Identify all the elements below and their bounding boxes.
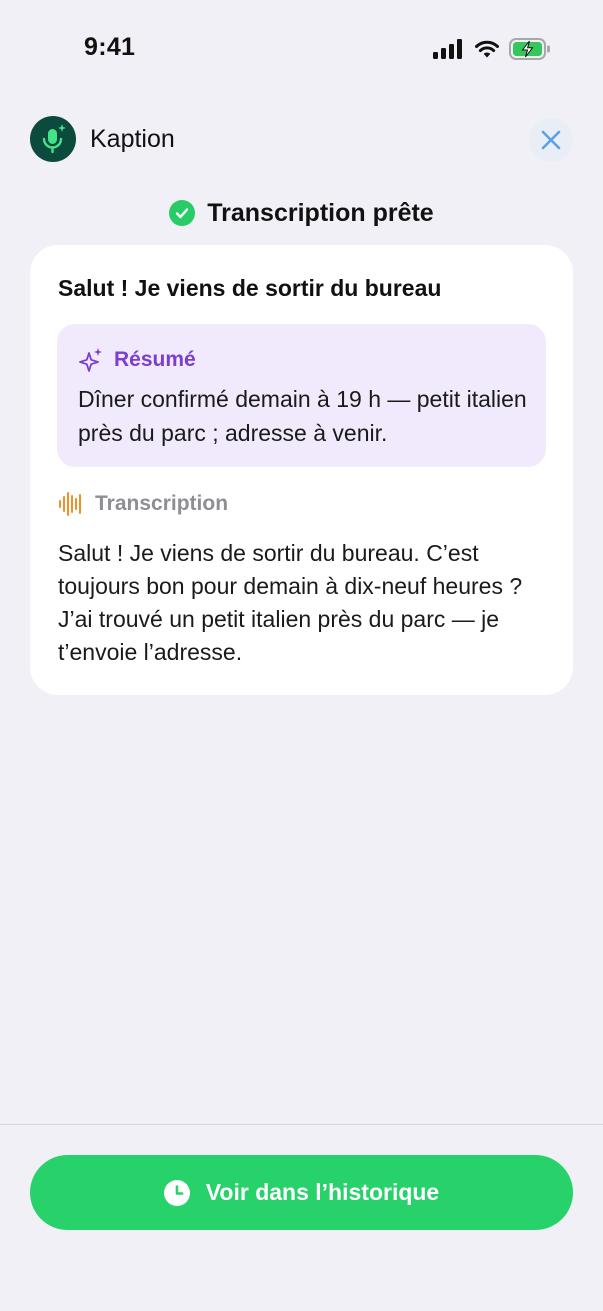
screen: 9:41 Kaption Transcription prête Salut !…: [0, 0, 603, 1311]
transcription-status: Transcription prête: [0, 196, 603, 230]
close-icon: [541, 130, 561, 150]
summary-text: Dîner confirmé demain à 19 h — petit ita…: [78, 386, 527, 446]
close-button[interactable]: [529, 118, 573, 162]
status-time: 9:41: [84, 33, 136, 61]
history-button[interactable]: Voir dans l’historique: [30, 1155, 573, 1230]
transcription-header: Transcription: [58, 490, 228, 518]
checkmark-circle-icon: [169, 200, 196, 226]
app-name: Kaption: [90, 125, 175, 153]
clock-icon: [163, 1179, 190, 1206]
wifi-icon: [475, 40, 499, 58]
cellular-signal-icon: [433, 39, 462, 59]
status-icons: [433, 37, 551, 61]
footer-divider: [0, 1124, 603, 1125]
history-button-label: Voir dans l’historique: [205, 1179, 440, 1205]
app-header: Kaption: [30, 116, 573, 164]
app-logo: [30, 116, 76, 162]
transcription-card: Salut ! Je viens de sortir du bureau Rés…: [30, 245, 573, 695]
summary-label: Résumé: [114, 348, 196, 371]
status-bar: 9:41: [0, 0, 603, 100]
transcription-text: Salut ! Je viens de sortir du bureau. C’…: [58, 540, 523, 665]
message-title: Salut ! Je viens de sortir du bureau: [58, 275, 442, 301]
transcription-label: Transcription: [95, 492, 229, 515]
status-text: Transcription prête: [207, 198, 434, 227]
waveform-icon: [59, 492, 81, 516]
summary-box: Résumé Dîner confirmé demain à 19 h — pe…: [57, 324, 546, 467]
sparkles-icon: [79, 348, 102, 372]
summary-header: Résumé: [79, 346, 196, 374]
microphone-sparkle-icon: [42, 124, 66, 154]
battery-charging-icon: [509, 38, 550, 60]
